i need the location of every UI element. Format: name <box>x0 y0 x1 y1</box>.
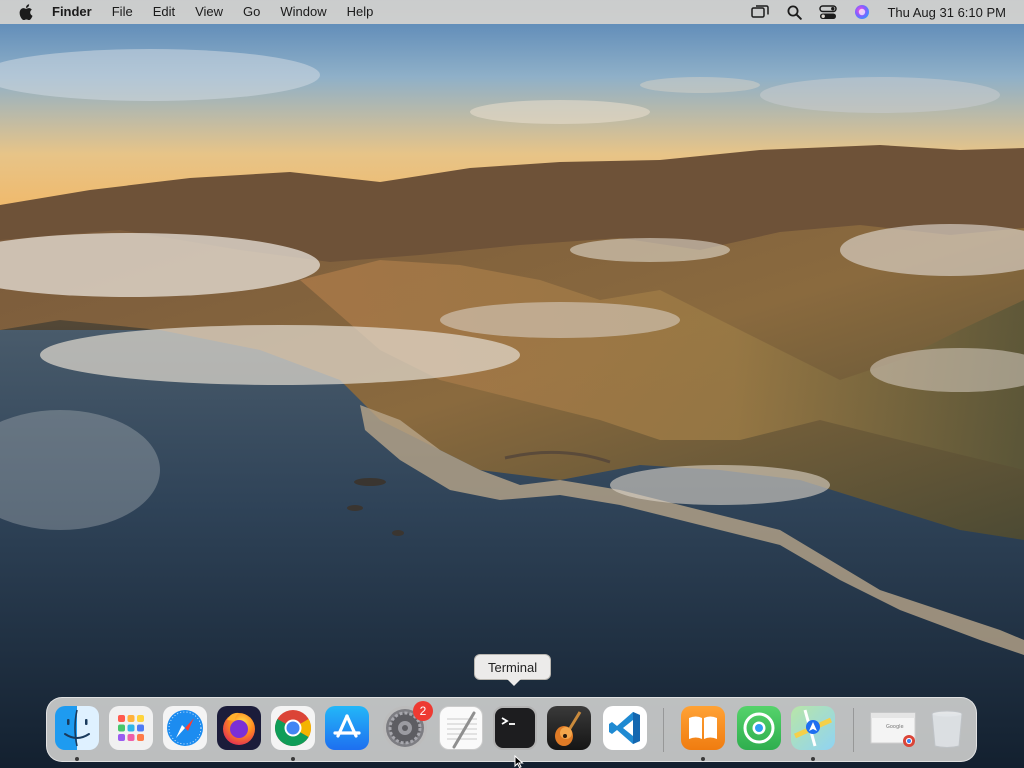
running-indicator <box>701 757 705 761</box>
finder-icon[interactable] <box>55 706 99 750</box>
notification-badge: 2 <box>413 701 433 721</box>
search-icon[interactable] <box>783 0 805 24</box>
dock-separator <box>853 708 854 752</box>
maps-icon[interactable] <box>791 706 835 750</box>
dock-separator <box>663 708 664 752</box>
running-indicator <box>291 757 295 761</box>
dock: Google <box>46 697 977 762</box>
menu-bar: Finder File Edit View Go Window Help Thu… <box>0 0 1024 24</box>
chrome-document-icon[interactable]: Google <box>869 706 916 750</box>
firefox-icon[interactable] <box>217 706 261 750</box>
app-store-icon[interactable] <box>325 706 369 750</box>
menu-edit[interactable]: Edit <box>143 0 185 24</box>
menu-file[interactable]: File <box>102 0 143 24</box>
menu-bar-right: Thu Aug 31 6:10 PM <box>737 0 1024 24</box>
wallpaper <box>0 0 1024 768</box>
menu-bar-left: Finder File Edit View Go Window Help <box>0 0 383 24</box>
svg-text:Google: Google <box>886 724 904 730</box>
dock-tooltip: Terminal <box>474 654 552 680</box>
menu-help[interactable]: Help <box>337 0 384 24</box>
mouse-pointer-icon <box>514 754 524 768</box>
menu-view[interactable]: View <box>185 0 233 24</box>
running-indicator <box>75 757 79 761</box>
siri-icon[interactable] <box>851 0 873 24</box>
terminal-icon[interactable] <box>493 706 537 750</box>
safari-icon[interactable] <box>163 706 207 750</box>
apple-menu-icon[interactable] <box>18 0 34 24</box>
trash-icon[interactable] <box>925 706 969 750</box>
menu-app-name[interactable]: Finder <box>52 0 102 24</box>
control-center-icon[interactable] <box>817 0 839 24</box>
menu-window[interactable]: Window <box>270 0 336 24</box>
menu-go[interactable]: Go <box>233 0 270 24</box>
launchpad-icon[interactable] <box>109 706 153 750</box>
textedit-icon[interactable] <box>439 706 483 750</box>
find-my-icon[interactable] <box>737 706 781 750</box>
screen-mirroring-icon[interactable] <box>749 0 771 24</box>
books-icon[interactable] <box>681 706 725 750</box>
dock-tooltip-arrow <box>507 679 521 686</box>
vscode-icon[interactable] <box>603 706 647 750</box>
menu-bar-clock[interactable]: Thu Aug 31 6:10 PM <box>887 5 1006 20</box>
chrome-icon[interactable] <box>271 706 315 750</box>
desktop[interactable]: Finder File Edit View Go Window Help Thu… <box>0 0 1024 768</box>
running-indicator <box>811 757 815 761</box>
garageband-icon[interactable] <box>547 706 591 750</box>
